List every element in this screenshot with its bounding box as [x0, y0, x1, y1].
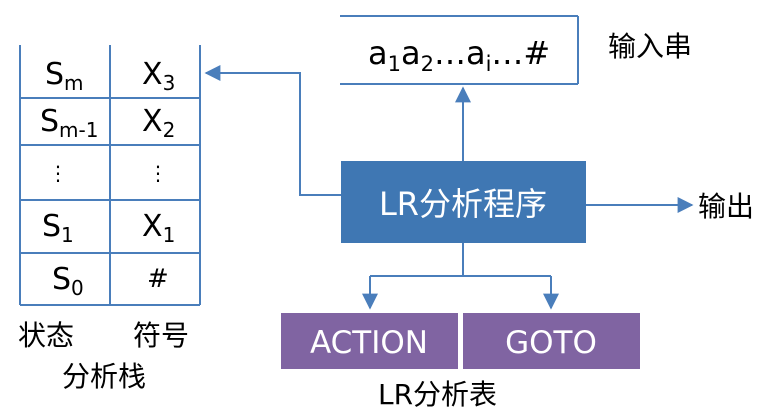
stack-symbol-cell: X3 [142, 57, 175, 95]
stack-state-cell: Sm-1 [40, 104, 98, 142]
stack-symbol-ellipsis: ⋮ [148, 161, 168, 185]
output-label: 输出 [698, 190, 754, 223]
stack-state-label: 状态 [18, 319, 74, 352]
stack-state-cell: S0 [52, 262, 84, 300]
stack-symbol-cell: # [147, 264, 169, 294]
goto-table-label: GOTO [505, 325, 597, 361]
stack-symbol-cell: X1 [142, 209, 175, 247]
input-string: a1a2…ai…# 输入串 [340, 15, 692, 85]
arrow-program-to-stack [204, 65, 341, 196]
input-string-label: 输入串 [608, 30, 692, 63]
lr-analysis-table: ACTION GOTO LR分析表 [281, 313, 640, 411]
analysis-stack: Sm X3 Sm-1 X2 ⋮ ⋮ S1 X1 S0 # 状态 符号 分析栈 [18, 45, 201, 393]
stack-title: 分析栈 [62, 360, 146, 393]
lr-program: LR分析程序 [341, 161, 586, 243]
action-table-label: ACTION [310, 325, 428, 361]
lr-analysis-table-title: LR分析表 [378, 378, 497, 411]
stack-state-ellipsis: ⋮ [48, 161, 68, 185]
stack-symbol-cell: X2 [142, 104, 175, 142]
stack-symbol-label: 符号 [133, 319, 189, 352]
stack-state-cell: Sm [45, 57, 84, 95]
lr-parser-diagram: Sm X3 Sm-1 X2 ⋮ ⋮ S1 X1 S0 # 状态 符号 分析栈 a… [0, 0, 780, 415]
stack-state-cell: S1 [42, 209, 74, 247]
input-string-text: a1a2…ai…# [368, 34, 550, 76]
diagram-canvas: Sm X3 Sm-1 X2 ⋮ ⋮ S1 X1 S0 # 状态 符号 分析栈 a… [18, 15, 754, 411]
lr-program-label: LR分析程序 [379, 185, 547, 223]
